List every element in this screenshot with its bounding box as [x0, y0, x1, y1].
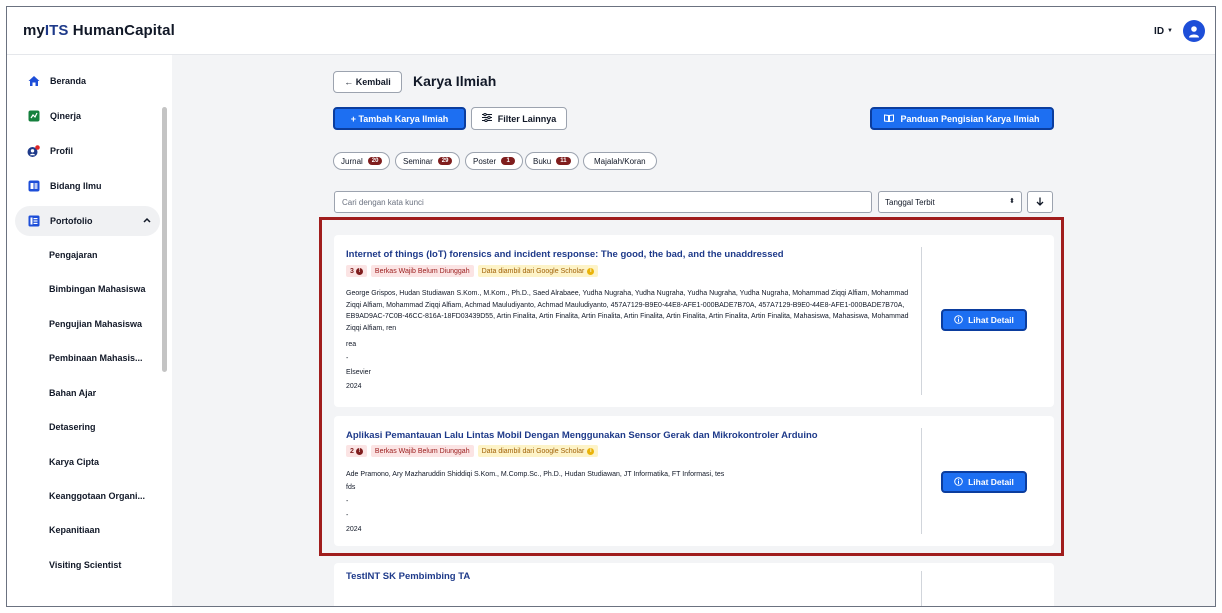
chip-count-badge: 11	[556, 157, 571, 165]
sidebar: Beranda Qinerja Profil Bidang Ilmu Porto…	[7, 55, 167, 606]
sidebar-item-label: Profil	[50, 146, 74, 156]
filter-sliders-icon	[481, 112, 492, 124]
sort-select-value: Tanggal Terbit	[885, 197, 935, 207]
sidebar-item-qinerja[interactable]: Qinerja	[15, 101, 160, 131]
page-title: Karya Ilmiah	[413, 73, 497, 89]
search-input[interactable]: Cari dengan kata kunci	[334, 191, 872, 213]
sidebar-item-bidang-ilmu[interactable]: Bidang Ilmu	[15, 171, 160, 201]
sidebar-subitem[interactable]: Bimbingan Mahasiswa	[49, 284, 159, 294]
guide-button[interactable]: Panduan Pengisian Karya Ilmiah	[870, 107, 1054, 130]
top-bar: myITS HumanCapital ID ▼	[7, 7, 1215, 55]
book-icon	[884, 113, 895, 124]
profile-icon	[27, 144, 40, 158]
sidebar-subitem[interactable]: Visiting Scientist	[49, 560, 159, 570]
chip-majalah-koran[interactable]: Majalah/Koran	[583, 152, 657, 170]
sidebar-subitem[interactable]: Pengujian Mahasiswa	[49, 319, 159, 329]
karya-card: TestINT SK Pembimbing TA	[334, 563, 1054, 606]
chip-label: Jurnal	[341, 156, 363, 166]
guide-button-label: Panduan Pengisian Karya Ilmiah	[900, 113, 1040, 124]
back-button[interactable]: ← Kembali	[333, 71, 402, 93]
filter-button[interactable]: Filter Lainnya	[471, 107, 567, 130]
sort-direction-button[interactable]	[1027, 191, 1053, 213]
chip-count-badge: 29	[437, 157, 453, 165]
chip-count-badge: 20	[367, 157, 383, 165]
sidebar-subitem[interactable]: Bahan Ajar	[49, 388, 159, 398]
chip-label: Seminar	[403, 156, 433, 166]
chip-label: Majalah/Koran	[594, 156, 646, 166]
sidebar-item-portofolio[interactable]: Portofolio	[15, 206, 160, 236]
app-window: myITS HumanCapital ID ▼ Beranda Qinerja …	[6, 6, 1216, 607]
caret-down-icon: ▼	[1167, 28, 1173, 34]
portfolio-icon	[27, 215, 40, 228]
sidebar-subitem[interactable]: Karya Cipta	[49, 457, 159, 467]
language-label: ID	[1154, 25, 1165, 37]
highlight-annotation-box	[319, 217, 1064, 556]
sidebar-item-label: Qinerja	[50, 111, 82, 121]
sidebar-item-label: Bidang Ilmu	[50, 181, 102, 191]
select-arrows-icon: ⬍	[1009, 198, 1015, 205]
sidebar-subitem[interactable]: Keanggotaan Organi...	[49, 491, 159, 501]
chip-label: Buku	[533, 156, 552, 166]
user-avatar-icon[interactable]	[1183, 20, 1205, 42]
main-content: ← Kembali Karya Ilmiah + Tambah Karya Il…	[172, 55, 1215, 606]
chip-label: Poster	[473, 156, 497, 166]
sidebar-subitem[interactable]: Detasering	[49, 422, 159, 432]
sidebar-subitem[interactable]: Pengajaran	[49, 250, 159, 260]
bidang-ilmu-icon	[27, 180, 40, 193]
chip-buku[interactable]: Buku 11	[525, 152, 579, 170]
qinerja-icon	[27, 110, 40, 123]
sidebar-subitem[interactable]: Kepanitiaan	[49, 525, 159, 535]
arrow-down-icon	[1036, 193, 1044, 211]
home-icon	[27, 75, 40, 88]
chip-poster[interactable]: Poster 1	[465, 152, 524, 170]
language-selector[interactable]: ID ▼	[1154, 26, 1173, 37]
chip-seminar[interactable]: Seminar 29	[395, 152, 461, 170]
sidebar-scrollbar[interactable]	[162, 107, 167, 372]
sidebar-item-profil[interactable]: Profil	[15, 136, 160, 166]
sidebar-item-label: Beranda	[50, 76, 87, 86]
chip-jurnal[interactable]: Jurnal 20	[333, 152, 391, 170]
sidebar-subitem[interactable]: Pembinaan Mahasis...	[49, 353, 159, 363]
sidebar-item-label: Portofolio	[50, 216, 93, 226]
add-karya-ilmiah-button[interactable]: + Tambah Karya Ilmiah	[333, 107, 466, 130]
card-divider	[921, 571, 922, 606]
chip-count-badge: 1	[501, 157, 516, 165]
filter-button-label: Filter Lainnya	[497, 113, 557, 124]
app-logo[interactable]: myITS HumanCapital	[23, 22, 175, 39]
sort-select[interactable]: Tanggal Terbit ⬍	[878, 191, 1022, 213]
card-title[interactable]: TestINT SK Pembimbing TA	[346, 571, 470, 582]
sidebar-item-beranda[interactable]: Beranda	[15, 66, 160, 96]
chevron-up-icon	[142, 215, 152, 227]
